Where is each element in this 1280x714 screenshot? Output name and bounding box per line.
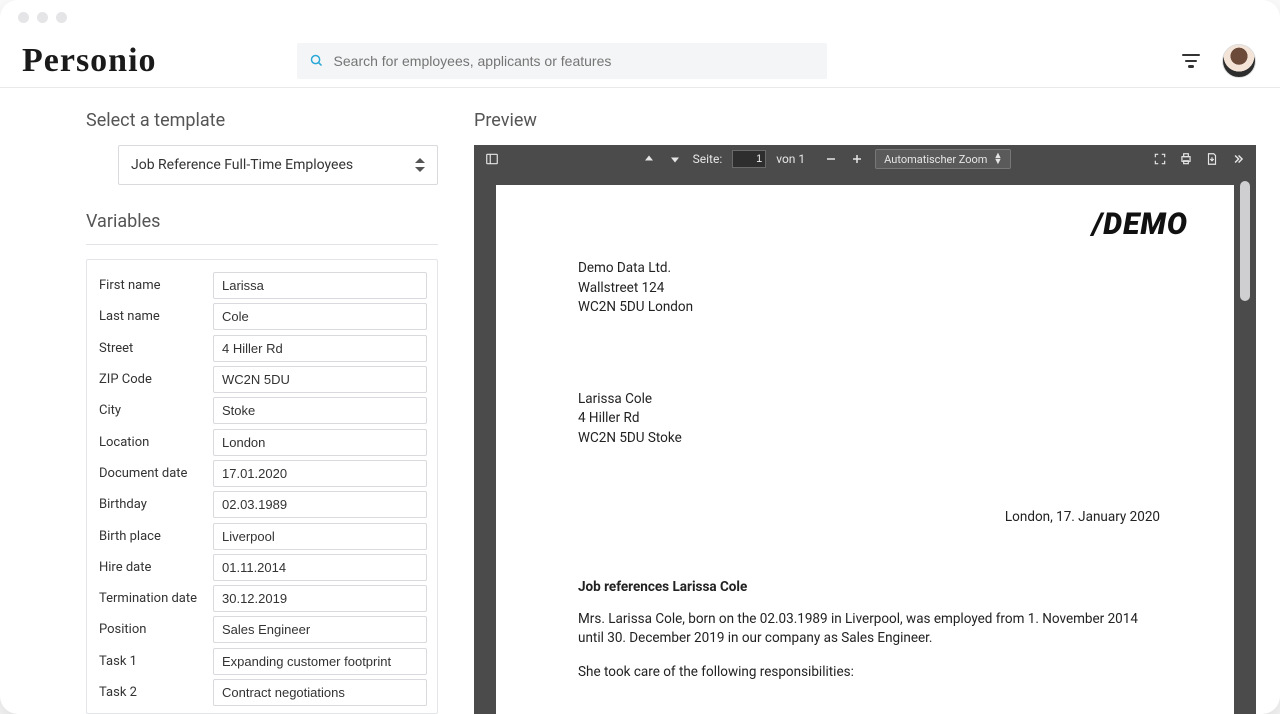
recipient-line: 4 Hiller Rd (578, 409, 1160, 429)
variable-label: Document date (97, 466, 205, 481)
zoom-label: Automatischer Zoom (884, 153, 987, 166)
variable-input[interactable] (213, 303, 427, 330)
variable-input[interactable] (213, 460, 427, 487)
variable-label: Termination date (97, 591, 205, 606)
variable-row: Hire date (97, 552, 427, 583)
window-dot (18, 12, 29, 23)
recipient-block: Larissa Cole 4 Hiller Rd WC2N 5DU Stoke (578, 390, 1160, 449)
variable-input[interactable] (213, 429, 427, 456)
variable-label: City (97, 403, 205, 418)
select-template-title: Select a template (86, 110, 438, 131)
sender-line: Wallstreet 124 (578, 279, 1160, 299)
page-down-icon[interactable] (667, 151, 683, 167)
window-dot (56, 12, 67, 23)
page-nav-group: Seite: von 1 Automatischer Zoom ▲▼ (641, 149, 1012, 169)
variable-row: Street (97, 333, 427, 364)
sender-block: Demo Data Ltd. Wallstreet 124 WC2N 5DU L… (578, 259, 1160, 318)
variable-input[interactable] (213, 648, 427, 675)
variable-label: Street (97, 341, 205, 356)
divider (86, 244, 438, 245)
variable-row: ZIP Code (97, 364, 427, 395)
variable-label: Position (97, 622, 205, 637)
user-avatar[interactable] (1222, 44, 1256, 78)
chevron-updown-icon: ▲▼ (993, 153, 1002, 165)
variable-input[interactable] (213, 616, 427, 643)
variable-label: Birth place (97, 529, 205, 544)
right-column: Preview Seite: von 1 (474, 110, 1256, 714)
variable-row: Position (97, 614, 427, 645)
zoom-select[interactable]: Automatischer Zoom ▲▼ (875, 149, 1011, 169)
zoom-in-icon[interactable] (849, 151, 865, 167)
variable-label: ZIP Code (97, 372, 205, 387)
template-selected-label: Job Reference Full-Time Employees (131, 157, 353, 173)
variable-input[interactable] (213, 554, 427, 581)
sender-line: WC2N 5DU London (578, 298, 1160, 318)
document-page: /DEMO Demo Data Ltd. Wallstreet 124 WC2N… (496, 185, 1234, 714)
brand-logo: Personio (16, 42, 157, 80)
variable-input[interactable] (213, 585, 427, 612)
variable-row: Location (97, 426, 427, 457)
variable-row: Document date (97, 458, 427, 489)
search-input[interactable] (334, 53, 815, 69)
print-icon[interactable] (1178, 151, 1194, 167)
search-icon (309, 53, 324, 68)
preview-title: Preview (474, 110, 1256, 131)
variable-row: Birth place (97, 520, 427, 551)
preview-pane: Seite: von 1 Automatischer Zoom ▲▼ (474, 145, 1256, 714)
variable-label: Location (97, 435, 205, 450)
variable-input[interactable] (213, 335, 427, 362)
variable-label: Hire date (97, 560, 205, 575)
variable-row: Termination date (97, 583, 427, 614)
download-icon[interactable] (1204, 151, 1220, 167)
zoom-out-icon[interactable] (823, 151, 839, 167)
doc-date-line: London, 17. January 2020 (578, 508, 1160, 528)
variable-row: Task 2 (97, 677, 427, 708)
sidebar-toggle-icon[interactable] (484, 151, 500, 167)
pdf-toolbar: Seite: von 1 Automatischer Zoom ▲▼ (474, 145, 1256, 173)
window-dot (37, 12, 48, 23)
variable-label: Last name (97, 309, 205, 324)
variable-label: First name (97, 278, 205, 293)
variable-row: Birthday (97, 489, 427, 520)
variable-row: Last name (97, 301, 427, 332)
page-input[interactable] (732, 150, 766, 168)
variable-input[interactable] (213, 523, 427, 550)
select-caret-icon (415, 158, 425, 172)
variable-label: Birthday (97, 497, 205, 512)
fullscreen-icon[interactable] (1152, 151, 1168, 167)
doc-logo: /DEMO (1092, 203, 1188, 247)
doc-body-2: She took care of the following responsib… (578, 663, 1160, 683)
page-label: Seite: (693, 152, 723, 166)
template-select[interactable]: Job Reference Full-Time Employees (118, 145, 438, 185)
pdf-scrollbar[interactable] (1240, 181, 1250, 301)
recipient-line: Larissa Cole (578, 390, 1160, 410)
variables-panel: First name Last name Street ZIP Code City Loc… (86, 259, 438, 714)
variable-label: Task 1 (97, 654, 205, 669)
recipient-line: WC2N 5DU Stoke (578, 429, 1160, 449)
more-tools-icon[interactable] (1230, 151, 1246, 167)
variable-row: City (97, 395, 427, 426)
top-bar: Personio (0, 34, 1280, 88)
filter-icon[interactable] (1182, 54, 1200, 68)
variables-title: Variables (86, 211, 438, 232)
global-search[interactable] (297, 43, 827, 79)
variable-input[interactable] (213, 679, 427, 706)
page-total-label: von 1 (776, 152, 805, 166)
doc-ref-title: Job references Larissa Cole (578, 578, 1160, 598)
variable-input[interactable] (213, 366, 427, 393)
variable-input[interactable] (213, 272, 427, 299)
doc-body-1: Mrs. Larissa Cole, born on the 02.03.198… (578, 610, 1138, 649)
page-up-icon[interactable] (641, 151, 657, 167)
sender-line: Demo Data Ltd. (578, 259, 1160, 279)
variable-row: First name (97, 270, 427, 301)
variable-label: Task 2 (97, 685, 205, 700)
variable-input[interactable] (213, 491, 427, 518)
app-window: Personio Select a template Job Reference… (0, 0, 1280, 714)
pdf-viewport[interactable]: /DEMO Demo Data Ltd. Wallstreet 124 WC2N… (474, 173, 1256, 714)
variable-input[interactable] (213, 397, 427, 424)
variable-row: Task 1 (97, 646, 427, 677)
window-titlebar (0, 0, 1280, 34)
left-column: Select a template Job Reference Full-Tim… (86, 110, 438, 714)
main-content: Select a template Job Reference Full-Tim… (0, 88, 1280, 714)
